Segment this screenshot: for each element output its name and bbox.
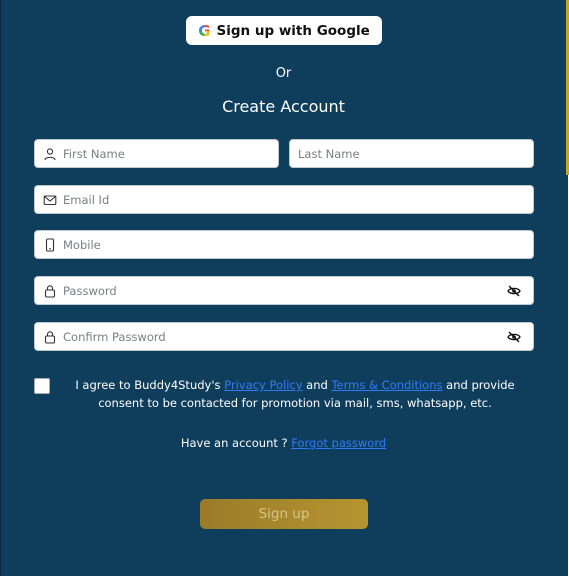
google-icon: G <box>198 21 211 40</box>
first-name-field <box>34 139 279 168</box>
or-divider: Or <box>275 66 292 81</box>
google-signup-button[interactable]: G Sign up with Google <box>186 16 382 45</box>
forgot-password-link[interactable]: Forgot password <box>291 436 386 450</box>
email-field <box>34 185 534 214</box>
password-input[interactable] <box>35 277 533 304</box>
consent-prefix: I agree to Buddy4Study's <box>75 378 225 392</box>
have-account-row: Have an account ? Forgot password <box>0 436 567 450</box>
form-title: Create Account <box>222 97 345 116</box>
privacy-policy-link[interactable]: Privacy Policy <box>224 378 302 392</box>
last-name-input[interactable] <box>290 140 533 167</box>
google-signup-label: Sign up with Google <box>216 22 370 39</box>
have-account-text: Have an account ? <box>180 436 292 450</box>
last-name-field <box>289 139 534 168</box>
consent-checkbox[interactable] <box>34 378 50 394</box>
password-field <box>34 276 534 305</box>
terms-conditions-link[interactable]: Terms & Conditions <box>331 378 442 392</box>
eye-off-icon[interactable] <box>507 284 521 298</box>
signup-button[interactable]: Sign up <box>200 499 368 529</box>
email-input[interactable] <box>35 186 533 213</box>
mobile-input[interactable] <box>35 231 533 258</box>
confirm-password-input[interactable] <box>35 323 533 350</box>
confirm-password-field <box>34 322 534 351</box>
consent-and: and <box>302 378 332 392</box>
consent-text: I agree to Buddy4Study's Privacy Policy … <box>55 376 535 412</box>
mobile-field <box>34 230 534 259</box>
first-name-input[interactable] <box>35 140 278 167</box>
eye-off-icon[interactable] <box>507 330 521 344</box>
